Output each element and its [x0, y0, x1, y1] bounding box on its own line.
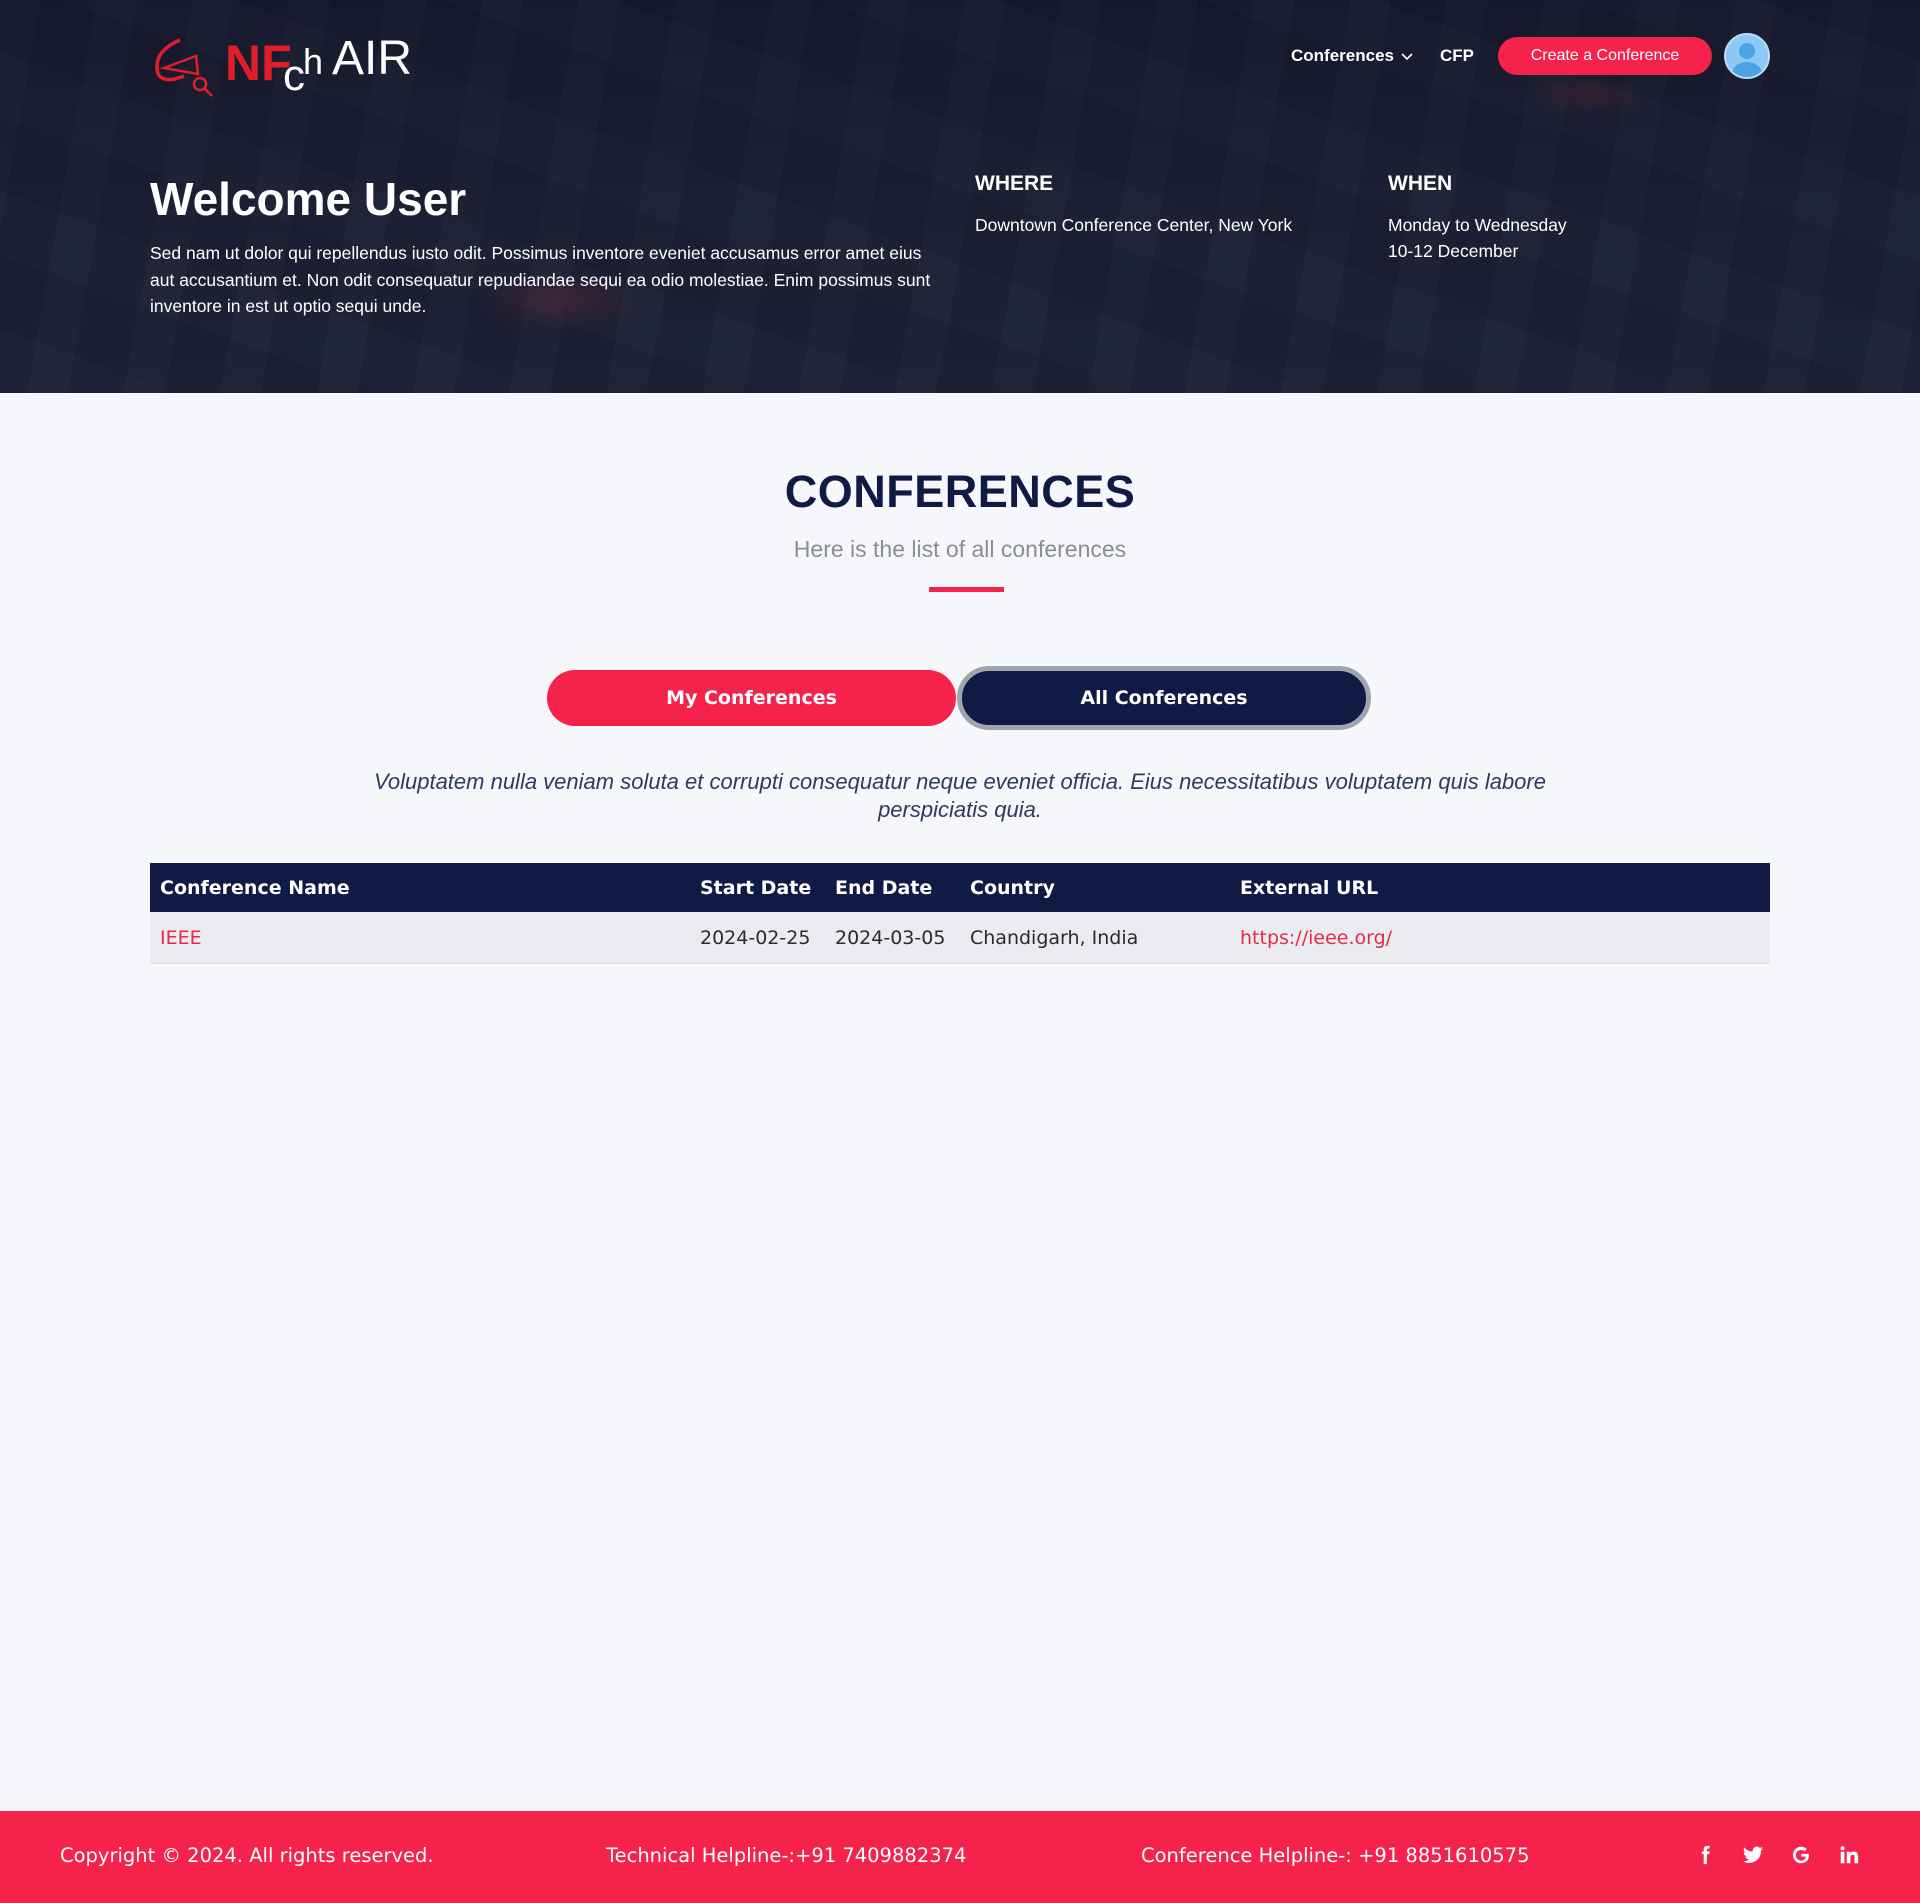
- logo[interactable]: NF c h AIR: [150, 22, 445, 97]
- tab-my-conferences[interactable]: My Conferences: [547, 670, 956, 726]
- when-days: Monday to Wednesday: [1388, 215, 1567, 235]
- where-block: WHERE Downtown Conference Center, New Yo…: [975, 172, 1292, 238]
- social-links: [1694, 1843, 1860, 1867]
- footer: Copyright © 2024. All rights reserved. T…: [0, 1811, 1920, 1903]
- tab-all-conferences[interactable]: All Conferences: [957, 666, 1371, 730]
- section-subtitle: Here is the list of all conferences: [793, 536, 1127, 562]
- nav-conferences-label: Conferences: [1291, 46, 1394, 65]
- svg-text:c: c: [283, 51, 305, 97]
- lead-text: Voluptatem nulla veniam soluta et corrup…: [374, 769, 1546, 822]
- header-start-date: Start Date: [700, 876, 812, 899]
- external-url-link[interactable]: https://ieee.org/: [1230, 927, 1770, 949]
- table-row: IEEE 2024-02-25 2024-03-05 Chandigarh, I…: [150, 912, 1770, 964]
- section-divider: [929, 587, 1004, 592]
- when-dates: 10-12 December: [1388, 241, 1519, 261]
- nav-cfp-link[interactable]: CFP: [1440, 46, 1474, 66]
- svg-text:NF: NF: [225, 35, 292, 91]
- footer-technical-helpline: Technical Helpline-:+91 7409882374: [606, 1844, 967, 1867]
- user-avatar[interactable]: [1724, 33, 1770, 79]
- header-end-date: End Date: [835, 876, 933, 899]
- chevron-down-icon: [1401, 53, 1413, 61]
- country-cell: Chandigarh, India: [970, 926, 1139, 949]
- footer-copyright: Copyright © 2024. All rights reserved.: [60, 1844, 434, 1867]
- header-conference-name: Conference Name: [160, 876, 350, 899]
- linkedin-icon[interactable]: [1838, 1843, 1860, 1867]
- hero-banner: NF c h AIR Conferences CFP Create a Conf…: [0, 0, 1920, 393]
- conferences-table: Conference Name Start Date End Date Coun…: [150, 863, 1770, 964]
- where-value: Downtown Conference Center, New York: [975, 215, 1293, 235]
- conference-tabs: My Conferences All Conferences: [547, 666, 1371, 730]
- start-date-cell: 2024-02-25: [700, 926, 811, 949]
- where-heading: WHERE: [975, 172, 1054, 195]
- welcome-text: Sed nam ut dolor qui repellendus iusto o…: [150, 243, 931, 316]
- header-country: Country: [970, 876, 1055, 899]
- section-title: CONFERENCES: [784, 466, 1136, 517]
- svg-text:AIR: AIR: [332, 32, 412, 85]
- twitter-icon[interactable]: [1742, 1843, 1764, 1867]
- welcome-title: Welcome User: [150, 173, 467, 225]
- facebook-icon[interactable]: [1694, 1843, 1716, 1867]
- footer-conference-helpline: Conference Helpline-: +91 8851610575: [1141, 1844, 1530, 1867]
- svg-text:h: h: [303, 41, 323, 82]
- top-nav: Conferences CFP Create a Conference: [1291, 33, 1770, 79]
- table-header: Conference Name Start Date End Date Coun…: [150, 863, 1770, 912]
- when-heading: WHEN: [1388, 172, 1453, 195]
- conference-name-link[interactable]: IEEE: [150, 927, 690, 949]
- header-external-url: External URL: [1240, 876, 1379, 899]
- google-icon[interactable]: [1790, 1843, 1812, 1867]
- create-conference-button[interactable]: Create a Conference: [1498, 37, 1712, 75]
- logo-icon: NF c h AIR: [155, 32, 412, 97]
- end-date-cell: 2024-03-05: [835, 926, 946, 949]
- nav-conferences-dropdown[interactable]: Conferences: [1291, 46, 1414, 66]
- when-block: WHEN Monday to Wednesday 10-12 December: [1388, 172, 1567, 264]
